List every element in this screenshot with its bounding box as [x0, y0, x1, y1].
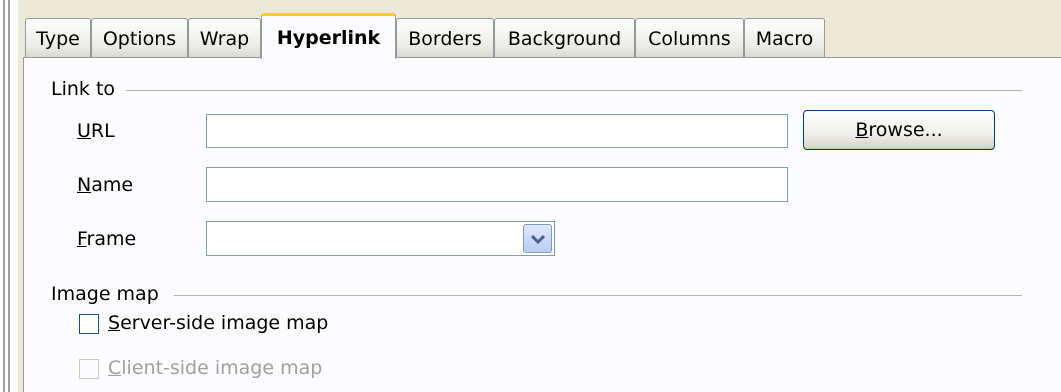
mnemonic: U	[77, 120, 91, 142]
tab-macro[interactable]: Macro	[744, 18, 825, 58]
tab-hyperlink[interactable]: Hyperlink	[261, 13, 396, 59]
label-text: ame	[91, 174, 134, 196]
mnemonic: C	[108, 357, 122, 379]
link-to-section-title: Link to	[51, 78, 116, 100]
url-label: URL	[77, 120, 115, 142]
frame-label: Frame	[77, 228, 136, 250]
label-text: lient-side image map	[121, 357, 323, 379]
hyperlink-panel: Link to URL Browse... Name Frame Image m…	[23, 57, 1061, 392]
tab-label: Options	[102, 27, 177, 50]
tab-label: Hyperlink	[276, 26, 381, 49]
tab-options[interactable]: Options	[91, 18, 188, 58]
client-side-image-map-label: Client-side image map	[108, 357, 322, 379]
chevron-down-icon[interactable]	[523, 224, 552, 253]
tab-label: Columns	[648, 27, 731, 50]
mnemonic: B	[855, 119, 869, 141]
window-edge-line	[8, 0, 10, 392]
label-text: rame	[86, 228, 137, 250]
name-input[interactable]	[206, 167, 788, 202]
tab-wrap[interactable]: Wrap	[188, 18, 261, 58]
mnemonic: N	[77, 174, 92, 196]
mnemonic: F	[77, 228, 87, 250]
mnemonic: S	[108, 312, 121, 334]
tab-label: Macro	[755, 27, 814, 50]
name-label: Name	[77, 174, 133, 196]
server-side-image-map-checkbox[interactable]	[79, 314, 99, 334]
client-side-image-map-checkbox	[79, 359, 99, 379]
server-side-image-map-label[interactable]: Server-side image map	[108, 312, 328, 334]
tab-label: Borders	[408, 27, 482, 50]
button-label: rowse...	[868, 119, 943, 141]
label-text: RL	[90, 120, 115, 142]
window-edge-line	[3, 0, 5, 392]
tab-background[interactable]: Background	[494, 18, 635, 58]
frame-select[interactable]	[206, 221, 555, 256]
section-divider	[126, 90, 1022, 91]
tab-type[interactable]: Type	[25, 18, 91, 58]
url-input[interactable]	[206, 114, 788, 148]
image-map-section-title: Image map	[51, 283, 159, 305]
browse-button[interactable]: Browse...	[803, 110, 995, 150]
section-divider	[174, 295, 1022, 296]
tab-label: Wrap	[199, 27, 250, 50]
tab-borders[interactable]: Borders	[396, 18, 494, 58]
tab-columns[interactable]: Columns	[635, 18, 744, 58]
tab-label: Background	[507, 27, 622, 50]
tab-label: Type	[36, 27, 80, 50]
label-text: erver-side image map	[120, 312, 329, 334]
